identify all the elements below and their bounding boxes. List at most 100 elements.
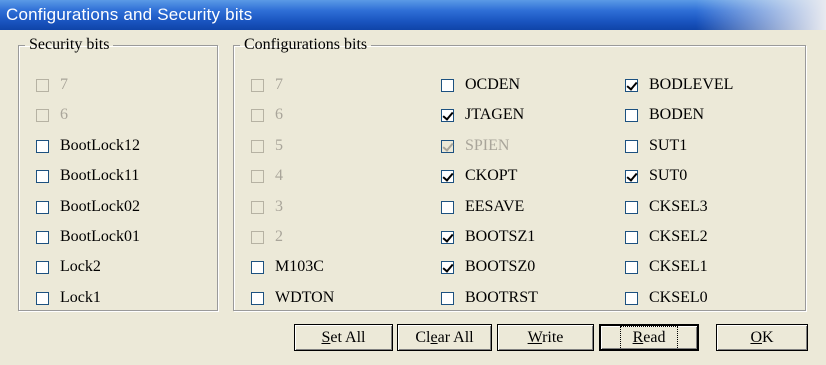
config-checkbox-2: 2 [251,226,283,248]
checkbox-checked-icon[interactable] [441,169,454,183]
checkbox-checked-icon[interactable] [441,108,454,122]
security-checkbox-label: 7 [60,76,68,93]
config-checkbox-bootrst[interactable]: BOOTRST [441,287,538,309]
checkbox-checked-icon[interactable] [625,169,638,183]
checkbox-checked-icon[interactable] [625,78,638,92]
read-button[interactable]: Read [599,324,699,351]
config-checkbox-label: BODLEVEL [649,76,734,93]
ok-label: K [762,328,774,346]
read-label: ead [643,328,666,346]
security-checkbox-bootlock02[interactable]: BootLock02 [36,196,140,218]
config-checkbox-label: CKSEL2 [649,228,708,245]
config-checkbox-4: 4 [251,165,283,187]
config-checkbox-boden[interactable]: BODEN [625,104,704,126]
set-all-label: et All [330,328,366,346]
checkbox-empty-icon[interactable] [36,200,49,214]
config-checkbox-wdton[interactable]: WDTON [251,287,334,309]
checkbox-checked-icon[interactable] [441,230,454,244]
config-checkbox-cksel0[interactable]: CKSEL0 [625,287,708,309]
checkbox-empty-icon[interactable] [36,260,49,274]
config-checkbox-jtagen[interactable]: JTAGEN [441,104,524,126]
config-checkbox-label: 2 [275,228,283,245]
write-button[interactable]: Write [497,324,594,351]
security-checkbox-label: Lock1 [60,289,101,306]
configuration-bits-legend: Configurations bits [244,36,368,53]
security-checkbox-bootlock11[interactable]: BootLock11 [36,165,139,187]
config-checkbox-7: 7 [251,74,283,96]
security-checkbox-7: 7 [36,74,68,96]
config-checkbox-label: 4 [275,167,283,184]
checkbox-empty-icon[interactable] [36,291,49,305]
config-checkbox-label: SPIEN [465,137,510,154]
config-checkbox-label: JTAGEN [465,106,525,123]
ok-button[interactable]: OK [716,324,808,351]
config-checkbox-label: CKOPT [465,167,518,184]
clear-all-label: ar All [437,328,474,346]
security-checkbox-lock1[interactable]: Lock1 [36,287,101,309]
checkbox-empty-icon[interactable] [625,139,638,153]
config-checkbox-sut1[interactable]: SUT1 [625,135,687,157]
checkbox-empty-icon[interactable] [625,200,638,214]
config-checkbox-cksel3[interactable]: CKSEL3 [625,196,708,218]
checkbox-empty-icon[interactable] [251,291,264,305]
checkbox-empty-icon[interactable] [625,291,638,305]
checkbox-empty-icon[interactable] [441,291,454,305]
security-checkbox-label: Lock2 [60,258,101,275]
security-checkbox-label: BootLock02 [60,198,140,215]
checkbox-empty-icon[interactable] [36,230,49,244]
checkbox-empty-icon [251,169,264,183]
config-checkbox-bootsz0[interactable]: BOOTSZ0 [441,256,535,278]
checkbox-empty-icon [251,108,264,122]
checkbox-empty-icon[interactable] [441,78,454,92]
config-checkbox-label: 5 [275,137,283,154]
checkbox-empty-icon[interactable] [625,230,638,244]
config-checkbox-label: CKSEL0 [649,289,708,306]
security-checkbox-6: 6 [36,104,68,126]
dialog-title-bar[interactable]: Configurations and Security bits [0,0,826,30]
checkbox-empty-icon[interactable] [625,260,638,274]
checkbox-checked-icon [441,139,454,153]
clear-all-label-pre: Cl [415,328,431,346]
checkbox-empty-icon [36,78,49,92]
security-checkbox-bootlock01[interactable]: BootLock01 [36,226,140,248]
security-checkbox-label: BootLock01 [60,228,140,245]
security-checkbox-label: BootLock11 [60,167,140,184]
security-checkbox-lock2[interactable]: Lock2 [36,256,101,278]
config-checkbox-cksel2[interactable]: CKSEL2 [625,226,708,248]
config-checkbox-label: BOOTSZ0 [465,258,536,275]
read-mnemonic: R [632,328,644,346]
config-checkbox-bootsz1[interactable]: BOOTSZ1 [441,226,535,248]
security-checkbox-label: BootLock12 [60,137,140,154]
checkbox-empty-icon[interactable] [36,139,49,153]
clear-all-mnemonic: e [430,328,438,346]
checkbox-empty-icon [36,108,49,122]
security-checkbox-bootlock12[interactable]: BootLock12 [36,135,140,157]
clear-all-button[interactable]: Clear All [397,324,492,351]
dialog-title: Configurations and Security bits [6,5,253,24]
config-checkbox-ocden[interactable]: OCDEN [441,74,520,96]
config-checkbox-cksel1[interactable]: CKSEL1 [625,256,708,278]
checkbox-empty-icon [251,139,264,153]
config-checkbox-spien: SPIEN [441,135,509,157]
checkbox-empty-icon[interactable] [251,260,264,274]
config-checkbox-m103c[interactable]: M103C [251,256,324,278]
write-mnemonic: W [527,328,543,346]
config-checkbox-eesave[interactable]: EESAVE [441,196,524,218]
config-checkbox-bodlevel[interactable]: BODLEVEL [625,74,733,96]
config-checkbox-sut0[interactable]: SUT0 [625,165,687,187]
checkbox-empty-icon[interactable] [441,200,454,214]
config-security-dialog: Configurations and Security bits Securit… [0,0,826,365]
config-checkbox-label: WDTON [275,289,335,306]
config-checkbox-ckopt[interactable]: CKOPT [441,165,517,187]
checkbox-empty-icon[interactable] [36,169,49,183]
config-checkbox-label: OCDEN [465,76,521,93]
config-checkbox-label: CKSEL1 [649,258,708,275]
checkbox-checked-icon[interactable] [441,260,454,274]
config-checkbox-label: SUT1 [649,137,688,154]
set-all-button[interactable]: Set All [294,324,393,351]
config-checkbox-label: BODEN [649,106,705,123]
checkbox-empty-icon [251,230,264,244]
config-checkbox-label: M103C [275,258,324,275]
config-checkbox-label: 6 [275,106,283,123]
checkbox-empty-icon[interactable] [625,108,638,122]
